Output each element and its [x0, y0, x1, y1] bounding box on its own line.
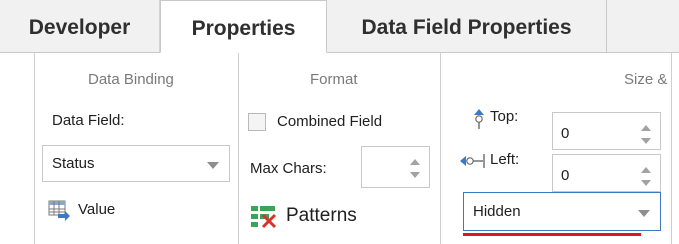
patterns-icon: [251, 206, 277, 229]
data-field-label: Data Field:: [52, 112, 125, 129]
group-divider: [238, 53, 239, 244]
spin-down-icon[interactable]: [641, 180, 651, 186]
spin-up-icon[interactable]: [641, 167, 651, 173]
value-label: Value: [78, 201, 116, 218]
left-spinner[interactable]: 0: [552, 154, 661, 192]
highlight-underline: [463, 233, 641, 236]
ribbon-panel: Data Binding Data Field: Status Value Fo…: [0, 53, 679, 244]
patterns-button[interactable]: Patterns: [249, 203, 379, 233]
top-label: Top:: [490, 108, 519, 125]
spin-up-icon[interactable]: [410, 159, 420, 165]
top-spinner[interactable]: 0: [552, 112, 661, 150]
spin-down-icon[interactable]: [641, 138, 651, 144]
left-position-icon: [460, 154, 485, 168]
data-field-value: Status: [52, 155, 95, 172]
spin-down-icon[interactable]: [410, 172, 420, 178]
caret-down-icon: [207, 162, 219, 169]
tab-developer[interactable]: Developer: [0, 0, 160, 52]
tab-properties[interactable]: Properties: [160, 0, 327, 53]
tab-data-field-properties[interactable]: Data Field Properties: [327, 0, 607, 52]
group-title-data-binding: Data Binding: [88, 71, 174, 88]
caret-down-icon: [638, 210, 650, 217]
value-icon: [48, 200, 70, 221]
group-title-format: Format: [310, 71, 358, 88]
combined-field-checkbox[interactable]: [248, 113, 266, 131]
data-field-dropdown[interactable]: Status: [42, 145, 230, 182]
group-divider: [440, 53, 441, 244]
value-button[interactable]: Value: [48, 199, 168, 225]
max-chars-spinner[interactable]: [361, 146, 430, 188]
left-value: 0: [561, 167, 570, 184]
panel-right-border: [671, 53, 672, 244]
visibility-value: Hidden: [473, 203, 521, 220]
combined-field-checkbox-row[interactable]: Combined Field: [248, 109, 428, 135]
combined-field-label: Combined Field: [277, 113, 383, 130]
ribbon-tab-strip: Developer Properties Data Field Properti…: [0, 0, 679, 53]
max-chars-label: Max Chars:: [250, 160, 327, 177]
ribbon-window: Developer Properties Data Field Properti…: [0, 0, 679, 244]
visibility-dropdown[interactable]: Hidden: [463, 192, 661, 231]
top-position-icon: [474, 109, 484, 129]
group-title-size: Size &: [624, 71, 668, 88]
panel-left-border: [34, 53, 35, 244]
top-value: 0: [561, 125, 570, 142]
left-label: Left:: [490, 151, 520, 168]
spin-up-icon[interactable]: [641, 125, 651, 131]
patterns-label: Patterns: [286, 205, 357, 226]
